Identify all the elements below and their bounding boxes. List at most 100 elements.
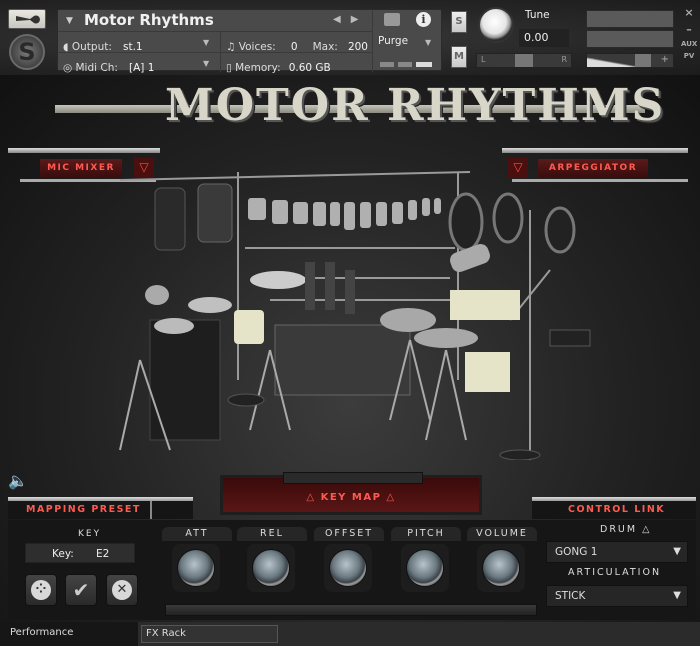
key-map-handle[interactable] — [283, 472, 423, 484]
prev-next-arrows[interactable]: ◀▶ — [333, 14, 368, 25]
rel-label: REL — [237, 527, 307, 541]
midi-dropdown-icon[interactable]: ▼ — [203, 59, 209, 68]
purge-indicator — [416, 62, 432, 67]
level-meter-left — [586, 10, 674, 28]
mute-button[interactable]: M — [451, 46, 467, 68]
memory-label: Memory: — [235, 62, 281, 74]
kontakt-header: S ▼ Motor Rhythms ◀▶ i ◖ Output: st.1 ▼ … — [0, 0, 700, 75]
tab-frame-line — [532, 497, 696, 501]
wrench-button[interactable] — [8, 9, 46, 29]
tab-performance[interactable]: Performance — [0, 622, 138, 646]
output-selector[interactable]: ◖ Output: st.1 — [63, 35, 143, 54]
confirm-button[interactable]: ✔ — [65, 574, 97, 606]
att-knob-group: ATT — [162, 527, 232, 599]
cancel-button[interactable]: ✕ — [106, 574, 138, 606]
pan-slider-thumb[interactable] — [515, 54, 533, 67]
voices-display: ♫ Voices: 0 Max: 200 — [226, 35, 368, 54]
knob-well — [324, 544, 372, 592]
side-buttons: × – AUX PV — [681, 6, 697, 64]
voices-icon: ♫ — [226, 41, 239, 53]
divider — [150, 501, 152, 519]
key-map-panel[interactable]: △ KEY MAP △ — [220, 472, 482, 515]
drum-dropdown[interactable]: GONG 1 ▼ — [546, 541, 688, 563]
drum-kit-image[interactable] — [110, 160, 600, 460]
pv-button[interactable]: PV — [681, 52, 697, 60]
wrench-icon — [16, 15, 40, 24]
pan-left-label: L — [481, 55, 486, 64]
volume-minus-label: - — [590, 54, 594, 65]
pan-right-label: R — [561, 55, 567, 64]
articulation-dropdown[interactable]: STICK ▼ — [546, 585, 688, 607]
key-value: E2 — [96, 548, 110, 560]
tune-knob[interactable] — [478, 7, 514, 43]
purge-dropdown-icon[interactable]: ▼ — [425, 38, 431, 47]
voices-label: Voices: — [238, 41, 276, 53]
tune-label: Tune — [525, 9, 550, 21]
pitch-label: PITCH — [391, 527, 461, 541]
purge-menu[interactable]: Purge — [378, 35, 408, 47]
rel-knob[interactable] — [252, 549, 290, 587]
speaker-icon[interactable]: 🔈 — [8, 471, 28, 490]
minimize-button[interactable]: – — [681, 23, 697, 36]
articulation-value: STICK — [555, 590, 586, 602]
offset-knob[interactable] — [329, 549, 367, 587]
midi-value: [A] 1 — [129, 62, 155, 74]
control-link-tab[interactable]: CONTROL LINK — [568, 504, 665, 515]
offset-knob-group: OFFSET — [314, 527, 384, 599]
pan-slider[interactable]: L R — [476, 53, 572, 68]
pitch-knob[interactable] — [406, 549, 444, 587]
camera-icon[interactable] — [384, 13, 400, 26]
knob-well — [247, 544, 295, 592]
key-field[interactable]: Key: E2 — [25, 543, 135, 563]
articulation-title: ARTICULATION — [568, 567, 662, 578]
knob-well — [172, 544, 220, 592]
tab-fx-rack[interactable]: FX Rack — [141, 625, 278, 643]
tab-frame-line — [8, 497, 193, 501]
volume-knob[interactable] — [482, 549, 520, 587]
max-voices-value[interactable]: 200 — [348, 41, 368, 53]
midi-connector-icon: ⁘ — [31, 580, 51, 600]
volume-slider[interactable]: - + — [586, 53, 674, 68]
divider — [58, 31, 372, 32]
instrument-name: Motor Rhythms — [84, 11, 214, 29]
midi-channel-selector[interactable]: ◎ Midi Ch: [A] 1 — [63, 56, 154, 75]
midi-label: Midi Ch: — [75, 62, 118, 74]
solo-button[interactable]: S — [451, 11, 467, 33]
output-label: Output: — [71, 41, 112, 53]
divider — [372, 10, 373, 72]
tune-value[interactable]: 0.00 — [519, 29, 569, 47]
collapse-caret-icon[interactable]: ▼ — [66, 16, 73, 26]
knob-shelf — [165, 604, 537, 616]
mapping-preset-tab[interactable]: MAPPING PRESET — [26, 504, 141, 515]
chevron-down-icon: ▼ — [673, 546, 681, 557]
key-label: Key: — [52, 548, 74, 560]
aux-button[interactable]: AUX — [681, 40, 697, 48]
memory-value: 0.60 GB — [288, 62, 331, 74]
output-dropdown-icon[interactable]: ▼ — [203, 38, 209, 47]
volume-knob-group: VOLUME — [467, 527, 537, 599]
att-label: ATT — [162, 527, 232, 541]
drum-section-title[interactable]: DRUM △ — [600, 524, 651, 535]
key-section-title: KEY — [78, 529, 102, 539]
output-icon: ◖ — [63, 41, 72, 53]
volume-label: VOLUME — [467, 527, 537, 541]
att-knob[interactable] — [177, 549, 215, 587]
midi-icon: ◎ — [63, 62, 76, 74]
key-map-tab[interactable]: △ KEY MAP △ — [223, 492, 479, 503]
footer-tabs: Performance FX Rack — [0, 622, 700, 646]
hanging-cans — [248, 198, 441, 230]
purge-indicator — [380, 62, 394, 67]
volume-slider-thumb[interactable] — [635, 54, 651, 67]
close-button[interactable]: × — [681, 6, 697, 19]
info-icon[interactable]: i — [416, 12, 431, 27]
memory-display: ▯ Memory: 0.60 GB — [226, 56, 331, 75]
pitch-knob-group: PITCH — [391, 527, 461, 599]
drum-value: GONG 1 — [555, 546, 598, 558]
rel-knob-group: REL — [237, 527, 307, 599]
checkmark-icon: ✔ — [72, 578, 90, 602]
knob-well — [401, 544, 449, 592]
memory-icon: ▯ — [226, 62, 236, 74]
voices-value: 0 — [290, 41, 298, 53]
midi-learn-button[interactable]: ⁘ — [25, 574, 57, 606]
instrument-header-panel: ▼ Motor Rhythms ◀▶ i ◖ Output: st.1 ▼ ◎ … — [57, 9, 442, 74]
